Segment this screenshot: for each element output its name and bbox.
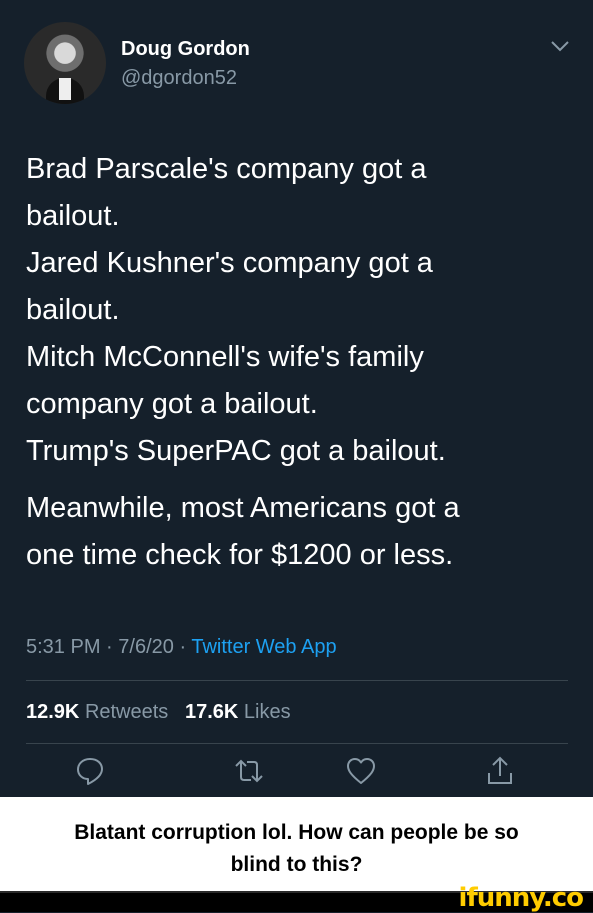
tweet-line: Jared Kushner's company got a (26, 247, 433, 279)
tweet-line: Brad Parscale's company got a (26, 153, 427, 185)
divider (26, 743, 568, 744)
retweets-count: 12.9K (26, 701, 80, 723)
watermark-bar: ifunny.co (0, 883, 593, 913)
tweet-line: Mitch McConnell's wife's family (26, 341, 424, 373)
ifunny-logo: ifunny.co (458, 883, 584, 913)
tweet-line: Meanwhile, most Americans got a (26, 492, 460, 524)
separator: · (179, 636, 187, 658)
separator: · (106, 636, 113, 658)
retweets-label: Retweets (84, 701, 169, 723)
tweet-line: Trump's SuperPAC got a bailout. (26, 435, 446, 467)
tweet-card: Doug Gordon @dgordon52 Brad Parscale's c… (0, 0, 593, 797)
tweet-line: company got a bailout. (26, 388, 318, 420)
chevron-down-icon[interactable] (551, 40, 569, 52)
reply-icon[interactable] (74, 755, 106, 787)
tweet-stats: 12.9K Retweets 17.6K Likes (26, 701, 291, 724)
avatar[interactable] (24, 22, 106, 104)
tweet-metadata: 5:31 PM · 7/6/20 · Twitter Web App (26, 636, 337, 659)
retweets-stat[interactable]: 12.9K Retweets (26, 701, 168, 723)
tweet-actions (0, 755, 593, 795)
meme-caption: Blatant corruption lol. How can people b… (0, 797, 593, 891)
divider (26, 680, 568, 681)
like-icon[interactable] (345, 755, 377, 787)
author-name[interactable]: Doug Gordon (121, 38, 250, 61)
tweet-text: Brad Parscale's company got a bailout. J… (26, 146, 571, 579)
likes-count: 17.6K (184, 701, 239, 723)
tweet-date[interactable]: 7/6/20 (118, 636, 174, 658)
likes-stat[interactable]: 17.6K Likes (185, 701, 291, 723)
tweet-time[interactable]: 5:31 PM (26, 636, 100, 658)
tweet-line: bailout. (26, 200, 120, 232)
retweet-icon[interactable] (233, 755, 265, 787)
caption-line: Blatant corruption lol. How can people b… (74, 821, 519, 844)
caption-text: Blatant corruption lol. How can people b… (0, 817, 593, 881)
author-handle[interactable]: @dgordon52 (121, 67, 237, 90)
tweet-line: one time check for $1200 or less. (26, 539, 454, 571)
tweet-line: bailout. (26, 294, 120, 326)
share-icon[interactable] (484, 755, 516, 787)
caption-line: blind to this? (230, 853, 363, 876)
tweet-source-link[interactable]: Twitter Web App (191, 636, 336, 658)
avatar-collar (59, 78, 71, 100)
likes-label: Likes (243, 701, 291, 723)
